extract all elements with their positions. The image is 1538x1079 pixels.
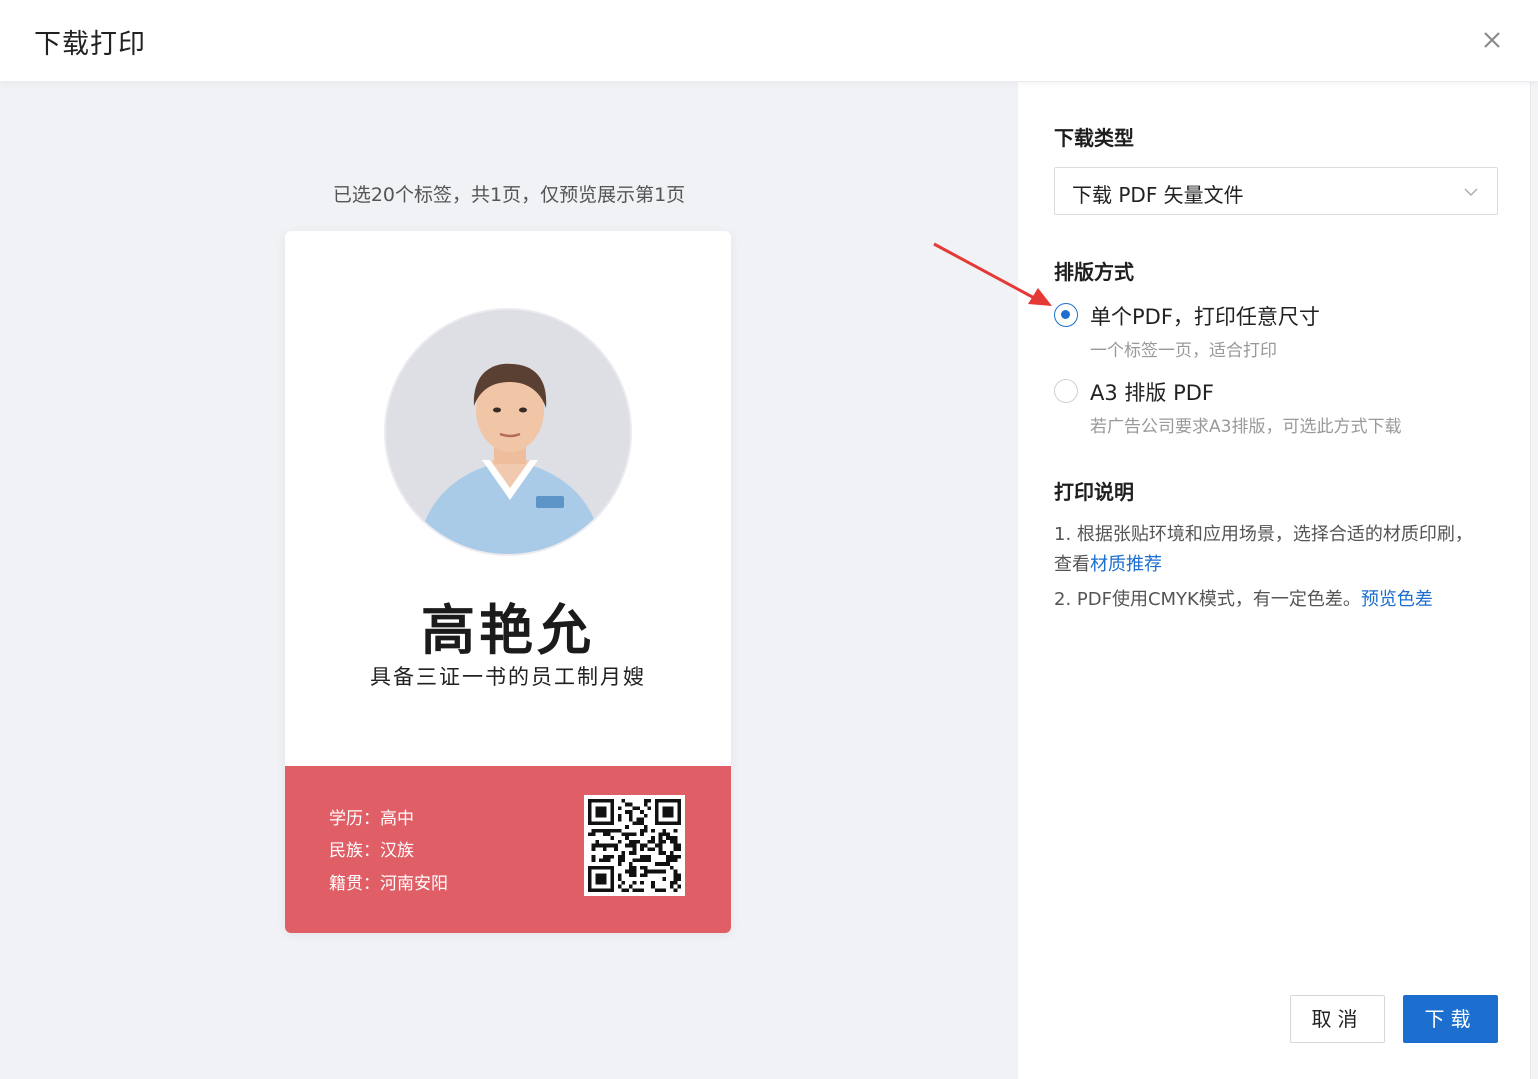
label-card-preview: 高艳允 具备三证一书的员工制月嫂 学历：高中 民族：汉族 籍贯：河南安阳 bbox=[285, 231, 731, 933]
material-recommend-link[interactable]: 材质推荐 bbox=[1090, 554, 1162, 575]
dialog-header: 下载打印 bbox=[0, 0, 1538, 82]
card-info-band: 学历：高中 民族：汉族 籍贯：河南安阳 bbox=[285, 766, 731, 933]
preview-caption: 已选20个标签，共1页，仅预览展示第1页 bbox=[332, 184, 686, 206]
card-field-hometown: 籍贯：河南安阳 bbox=[329, 874, 448, 894]
download-type-value: 下载 PDF 矢量文件 bbox=[1072, 183, 1244, 207]
print-note-2: 2. PDF使用CMYK模式，有一定色差。预览色差 bbox=[1054, 585, 1484, 615]
layout-option-desc: 一个标签一页，适合打印 bbox=[1090, 341, 1277, 361]
cancel-button[interactable]: 取消 bbox=[1290, 995, 1385, 1043]
download-button[interactable]: 下载 bbox=[1403, 995, 1498, 1043]
person-portrait-image bbox=[386, 310, 630, 554]
preview-pane: 已选20个标签，共1页，仅预览展示第1页 高艳允 具备三证一书的员工制月嫂 学历… bbox=[0, 82, 1018, 1079]
layout-option-label: A3 排版 PDF bbox=[1090, 381, 1214, 405]
print-note-text: 2. PDF使用CMYK模式，有一定色差。 bbox=[1054, 589, 1361, 610]
chevron-down-icon bbox=[1464, 188, 1478, 196]
close-icon[interactable] bbox=[1476, 24, 1508, 56]
card-name: 高艳允 bbox=[421, 599, 595, 662]
layout-option-desc: 若广告公司要求A3排版，可选此方式下载 bbox=[1090, 417, 1402, 437]
annotation-arrow-icon bbox=[933, 242, 1052, 306]
settings-panel: 下载类型 下载 PDF 矢量文件 排版方式 单个PDF，打印任意尺寸 一个标签一… bbox=[1018, 82, 1538, 1079]
radio-unchecked-icon[interactable] bbox=[1054, 379, 1078, 403]
dialog-title: 下载打印 bbox=[34, 29, 146, 60]
avatar-photo bbox=[384, 308, 632, 556]
card-field-education: 学历：高中 bbox=[329, 809, 414, 829]
layout-title: 排版方式 bbox=[1054, 260, 1134, 284]
print-note-1: 1. 根据张贴环境和应用场景，选择合适的材质印刷，查看材质推荐 bbox=[1054, 520, 1484, 580]
layout-option-label: 单个PDF，打印任意尺寸 bbox=[1090, 305, 1320, 329]
card-field-ethnicity: 民族：汉族 bbox=[329, 841, 414, 861]
layout-option-a3-pdf[interactable]: A3 排版 PDF 若广告公司要求A3排版，可选此方式下载 bbox=[1054, 376, 1494, 437]
window-scrollbar[interactable] bbox=[1530, 0, 1538, 1079]
download-type-title: 下载类型 bbox=[1054, 126, 1134, 150]
card-subtitle: 具备三证一书的员工制月嫂 bbox=[370, 665, 646, 689]
download-type-select[interactable]: 下载 PDF 矢量文件 bbox=[1054, 167, 1498, 215]
print-notes-title: 打印说明 bbox=[1054, 480, 1134, 504]
radio-checked-icon[interactable] bbox=[1054, 303, 1078, 327]
preview-color-diff-link[interactable]: 预览色差 bbox=[1361, 589, 1433, 610]
qr-code-icon bbox=[584, 795, 685, 896]
layout-option-single-pdf[interactable]: 单个PDF，打印任意尺寸 一个标签一页，适合打印 bbox=[1054, 300, 1494, 361]
